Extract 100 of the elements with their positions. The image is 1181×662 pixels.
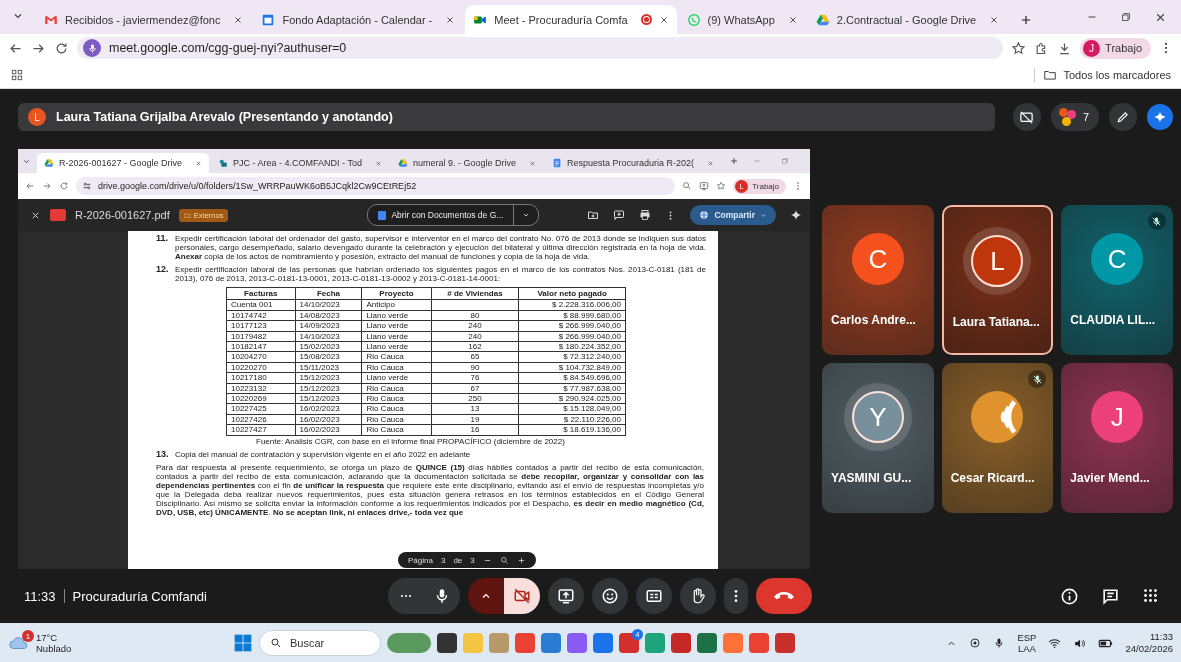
zoom-icon[interactable] (499, 555, 509, 565)
add-comment-icon[interactable] (613, 209, 626, 221)
print-icon[interactable] (639, 209, 652, 221)
app-icon[interactable] (697, 633, 717, 653)
browser-tab[interactable]: Fondo Adaptación - Calendar - (253, 5, 464, 34)
person-card-icon (218, 158, 229, 168)
clock[interactable]: 11:33 24/02/2026 (1125, 631, 1173, 655)
app-icon[interactable] (671, 633, 691, 653)
browser-tab[interactable]: Respuesta Procuraduria R-202( (545, 153, 722, 173)
participants-button[interactable]: 7 (1050, 103, 1099, 131)
present-button[interactable] (548, 578, 584, 614)
table-cell: 16 (431, 424, 519, 436)
add-to-folder-icon[interactable] (587, 209, 600, 221)
page-total: 3 (470, 555, 475, 565)
address-bar[interactable]: drive.google.com/drive/u/0/folders/1Sw_WRRPauWK6oB5JCqkl2Cw9CEtREj52 (76, 177, 676, 195)
assistant-button[interactable] (1147, 104, 1173, 130)
participant-tile[interactable]: L Laura Tatiana... (941, 205, 1054, 355)
zoom-icon[interactable] (682, 181, 693, 191)
table-cell: $ 266.999.040,00 (518, 320, 626, 332)
table-cell: Rio Cauca (361, 362, 432, 373)
table-cell: 14/10/2023 (295, 331, 362, 342)
sparkle-icon[interactable] (790, 209, 802, 221)
close-icon[interactable] (658, 14, 669, 25)
presenter-name: Laura Tatiana Grijalba Arevalo (Presentando y anotando) (56, 110, 393, 124)
app-icon[interactable] (437, 633, 457, 653)
camera-button[interactable] (504, 578, 540, 614)
search-field[interactable]: Buscar (259, 630, 381, 656)
weather-condition: Nublado (36, 643, 72, 654)
table-cell: $ 180.224.352,00 (518, 341, 626, 352)
bookmarks-folder[interactable]: Todos los marcadores (1034, 68, 1171, 82)
profile-avatar: J (1083, 39, 1101, 57)
reactions-button[interactable] (592, 578, 628, 614)
table-cell: 10204270 (226, 351, 296, 363)
table-cell: 67 (431, 383, 519, 394)
close-icon[interactable] (989, 14, 1000, 25)
raise-hand-button[interactable] (680, 578, 716, 614)
participant-tile[interactable]: C Carlos Andre... (822, 205, 934, 355)
browser-tab[interactable]: (9) WhatsApp (678, 5, 806, 34)
item-number: 11. (156, 234, 169, 245)
temperature: 17°C (36, 632, 59, 643)
notification-badge: 1 (22, 630, 34, 642)
address-bar[interactable]: meet.google.com/cgg-guej-nyi?authuser=0 (77, 37, 1004, 59)
table-cell: 14/08/2023 (295, 310, 362, 321)
close-icon[interactable] (787, 14, 798, 25)
forward-icon[interactable] (42, 181, 52, 191)
app-icon[interactable] (775, 633, 795, 653)
table-cell: Anticipo (361, 299, 432, 311)
back-icon[interactable] (25, 181, 35, 191)
info-icon[interactable] (1060, 586, 1079, 606)
sparkle-icon (1153, 110, 1167, 124)
triangle-logo-icon (815, 12, 830, 27)
triangle-logo-icon (397, 158, 408, 168)
avatar: C (1091, 233, 1144, 285)
close-icon[interactable] (233, 14, 244, 25)
browser-tab[interactable]: R-2026-001627 - Google Drive (37, 153, 210, 173)
pencil-icon (1116, 110, 1130, 124)
bookmark-star-icon[interactable] (1011, 40, 1027, 56)
chat-icon[interactable] (1101, 586, 1120, 606)
table-cell: 16/02/2023 (295, 403, 362, 415)
captions-button[interactable] (636, 578, 672, 614)
browser-tab[interactable]: numeral 9. - Google Drive (390, 153, 543, 173)
browser-tab[interactable]: PJC - Area - 4.COMFANDI - Tod (211, 153, 389, 173)
participant-tile[interactable]: Cesar Ricard... (941, 363, 1054, 513)
close-icon[interactable] (445, 14, 456, 25)
bookmark-star-icon[interactable] (716, 181, 727, 191)
activities-icon[interactable] (1142, 586, 1159, 604)
annotate-button[interactable] (1109, 103, 1137, 131)
reload-icon[interactable] (59, 181, 69, 191)
leave-call-button[interactable] (756, 578, 812, 614)
participant-tile[interactable]: J Javier Mend... (1061, 363, 1173, 513)
new-tab-icon[interactable] (729, 156, 740, 166)
table-cell: Llano verde (361, 331, 432, 342)
open-with-button[interactable]: Abrir con Documentos de G... (367, 204, 540, 226)
weather-widget[interactable]: 1 17°C Nublado (8, 632, 213, 654)
browser-tab[interactable]: Recibidos - javiermendez@fonc (36, 5, 252, 34)
profile-button[interactable]: J Trabajo (1080, 37, 1151, 59)
participant-tile[interactable]: Y YASMINI GU... (822, 363, 934, 513)
browser-tab[interactable]: Meet - Procuraduría Comfa (465, 5, 677, 34)
microphone-button[interactable] (424, 578, 460, 614)
pointer-icon[interactable] (969, 637, 982, 649)
restore-icon[interactable] (1120, 11, 1132, 23)
app-icon[interactable] (387, 633, 431, 653)
app-icon[interactable] (593, 633, 613, 653)
url-text: drive.google.com/drive/u/0/folders/1Sw_WRRPauWK6oB5JCqkl2Cw9CEtREj52 (98, 181, 417, 191)
participant-name: Cesar Ricard... (950, 471, 1035, 485)
wifi-icon[interactable] (1048, 636, 1062, 650)
share-button[interactable]: Compartir (690, 205, 776, 225)
apps-icon[interactable] (10, 68, 24, 82)
zoom-in-icon[interactable] (516, 555, 526, 565)
start-icon[interactable] (233, 633, 253, 653)
cast-icon[interactable] (699, 181, 710, 191)
reload-icon[interactable] (54, 40, 69, 56)
table-cell: 10220269 (226, 393, 296, 404)
browser-tab[interactable]: 2.Contractual - Google Drive (807, 5, 1008, 34)
table-cell: Rio Cauca (361, 383, 432, 394)
more-options-button[interactable] (724, 578, 748, 614)
input-language[interactable]: ESP LAA (1017, 632, 1037, 654)
stop-presenting-button[interactable] (1012, 103, 1041, 131)
table-cell: Rio Cauca (361, 393, 432, 404)
participant-tile[interactable]: C CLAUDIA LIL... (1061, 205, 1173, 355)
